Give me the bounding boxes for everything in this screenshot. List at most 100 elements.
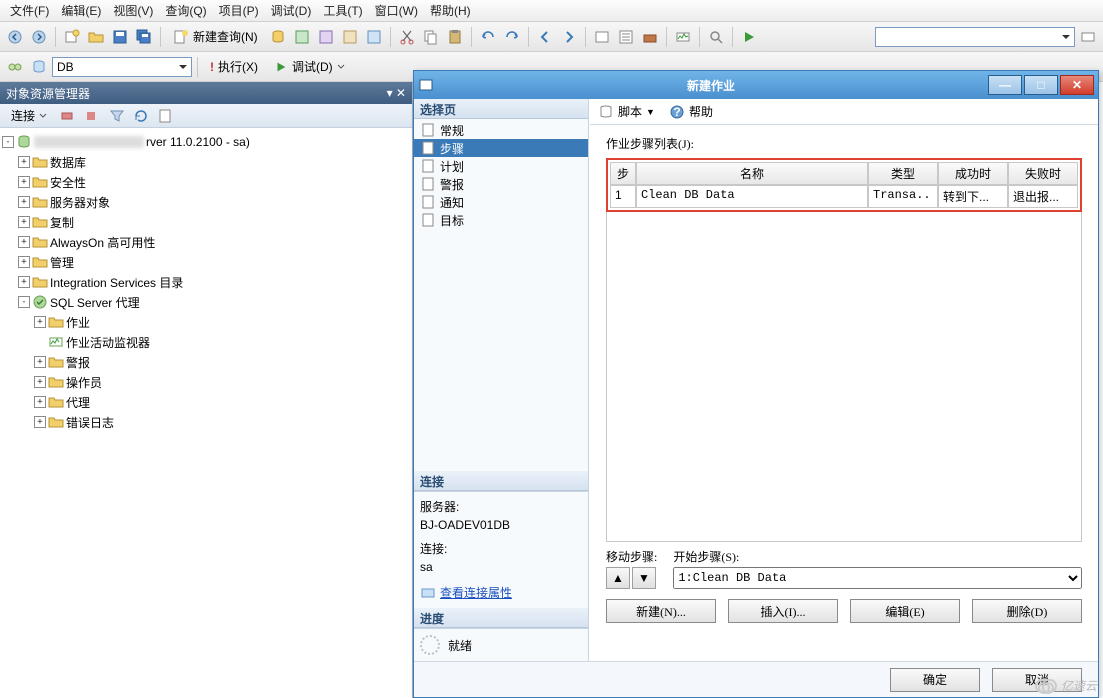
expand-icon[interactable]: + <box>34 416 46 428</box>
save-icon[interactable] <box>109 26 131 48</box>
debug-button[interactable]: 调试(D) <box>267 55 352 78</box>
menu-debug[interactable]: 调试(D) <box>265 0 318 21</box>
solution-icon[interactable] <box>591 26 613 48</box>
copy-icon[interactable] <box>420 26 442 48</box>
tree-security[interactable]: 安全性 <box>50 174 86 191</box>
expand-icon[interactable]: + <box>18 156 30 168</box>
start-step-select[interactable]: 1:Clean DB Data <box>673 567 1082 589</box>
menu-tools[interactable]: 工具(T) <box>317 0 368 21</box>
new-step-button[interactable]: 新建(N)... <box>606 599 716 623</box>
connect-button[interactable]: 连接 <box>4 104 54 127</box>
col-type[interactable]: 类型 <box>868 162 938 185</box>
find-combo[interactable] <box>875 27 1075 47</box>
grid-row-1[interactable]: 1 Clean DB Data Transa.. 转到下... 退出报... <box>610 185 1078 208</box>
menu-view[interactable]: 视图(V) <box>107 0 159 21</box>
xmla-icon[interactable] <box>339 26 361 48</box>
dmx-icon[interactable] <box>315 26 337 48</box>
cut-icon[interactable] <box>396 26 418 48</box>
minimize-button[interactable]: — <box>988 75 1022 95</box>
menu-project[interactable]: 项目(P) <box>213 0 265 21</box>
col-name[interactable]: 名称 <box>636 162 868 185</box>
cancel-button[interactable]: 取消 <box>992 668 1082 692</box>
toolbox-icon[interactable] <box>639 26 661 48</box>
help-button[interactable]: 帮助 <box>689 103 713 120</box>
new-query-button[interactable]: 新建查询(N) <box>166 25 265 48</box>
expand-icon[interactable]: + <box>34 316 46 328</box>
filter-icon[interactable] <box>106 105 128 127</box>
tree-isc[interactable]: Integration Services 目录 <box>50 274 183 291</box>
find-icon[interactable] <box>705 26 727 48</box>
report-icon[interactable] <box>154 105 176 127</box>
col-step[interactable]: 步 <box>610 162 636 185</box>
tree-alwayson[interactable]: AlwaysOn 高可用性 <box>50 234 155 251</box>
page-general[interactable]: 常规 <box>414 121 588 139</box>
disconnect-icon[interactable] <box>56 105 78 127</box>
expand-icon[interactable]: + <box>18 276 30 288</box>
tree-management[interactable]: 管理 <box>50 254 74 271</box>
page-targets[interactable]: 目标 <box>414 211 588 229</box>
insert-step-button[interactable]: 插入(I)... <box>728 599 838 623</box>
db-engine-icon[interactable] <box>267 26 289 48</box>
script-dropdown-icon[interactable]: ▼ <box>646 107 655 117</box>
page-alerts[interactable]: 警报 <box>414 175 588 193</box>
refresh-icon[interactable] <box>130 105 152 127</box>
tree-alerts[interactable]: 警报 <box>66 354 90 371</box>
expand-icon[interactable]: + <box>18 176 30 188</box>
undo-icon[interactable] <box>477 26 499 48</box>
script-button[interactable]: 脚本 <box>618 103 642 120</box>
expand-icon[interactable]: - <box>2 136 14 148</box>
page-notifications[interactable]: 通知 <box>414 193 588 211</box>
page-steps[interactable]: 步骤 <box>414 139 588 157</box>
nav-back-icon[interactable] <box>534 26 556 48</box>
expand-icon[interactable]: - <box>18 296 30 308</box>
maximize-button[interactable]: □ <box>1024 75 1058 95</box>
forward-icon[interactable] <box>28 26 50 48</box>
expand-icon[interactable]: + <box>34 356 46 368</box>
activity-monitor-icon[interactable] <box>672 26 694 48</box>
tree-replication[interactable]: 复制 <box>50 214 74 231</box>
expand-icon[interactable]: + <box>34 396 46 408</box>
tree-databases[interactable]: 数据库 <box>50 154 86 171</box>
menu-file[interactable]: 文件(F) <box>4 0 55 21</box>
expand-icon[interactable]: + <box>18 216 30 228</box>
view-connection-props-link[interactable]: 查看连接属性 <box>440 584 512 602</box>
menu-edit[interactable]: 编辑(E) <box>55 0 107 21</box>
col-fail[interactable]: 失败时 <box>1008 162 1078 185</box>
move-down-button[interactable]: ▼ <box>632 567 656 589</box>
tree-agent[interactable]: SQL Server 代理 <box>50 294 140 311</box>
open-icon[interactable] <box>85 26 107 48</box>
stop-icon[interactable] <box>80 105 102 127</box>
database-combo[interactable]: DB <box>52 57 192 77</box>
col-success[interactable]: 成功时 <box>938 162 1008 185</box>
save-all-icon[interactable] <box>133 26 155 48</box>
tree-operators[interactable]: 操作员 <box>66 374 102 391</box>
execute-button[interactable]: ! 执行(X) <box>203 55 265 78</box>
properties-icon[interactable] <box>615 26 637 48</box>
menu-query[interactable]: 查询(Q) <box>159 0 212 21</box>
object-tree[interactable]: -rver 11.0.2100 - sa) +数据库 +安全性 +服务器对象 +… <box>0 128 412 436</box>
back-icon[interactable] <box>4 26 26 48</box>
delete-step-button[interactable]: 删除(D) <box>972 599 1082 623</box>
menu-window[interactable]: 窗口(W) <box>369 0 424 21</box>
dialog-titlebar[interactable]: 新建作业 — □ ✕ <box>414 71 1098 99</box>
close-button[interactable]: ✕ <box>1060 75 1094 95</box>
start-debug-icon[interactable] <box>738 26 760 48</box>
paste-icon[interactable] <box>444 26 466 48</box>
mdx-icon[interactable] <box>363 26 385 48</box>
expand-icon[interactable]: + <box>18 236 30 248</box>
new-project-icon[interactable] <box>61 26 83 48</box>
expand-icon[interactable]: + <box>34 376 46 388</box>
menu-help[interactable]: 帮助(H) <box>424 0 477 21</box>
change-connection-icon[interactable] <box>4 56 26 78</box>
page-schedules[interactable]: 计划 <box>414 157 588 175</box>
expand-icon[interactable]: + <box>18 196 30 208</box>
nav-fwd-icon[interactable] <box>558 26 580 48</box>
panel-pin-icon[interactable]: ▾ ✕ <box>387 86 406 100</box>
redo-icon[interactable] <box>501 26 523 48</box>
move-up-button[interactable]: ▲ <box>606 567 630 589</box>
grid-empty-area[interactable] <box>606 212 1082 542</box>
edit-step-button[interactable]: 编辑(E) <box>850 599 960 623</box>
options-icon[interactable] <box>1077 26 1099 48</box>
tree-server-objects[interactable]: 服务器对象 <box>50 194 110 211</box>
ok-button[interactable]: 确定 <box>890 668 980 692</box>
